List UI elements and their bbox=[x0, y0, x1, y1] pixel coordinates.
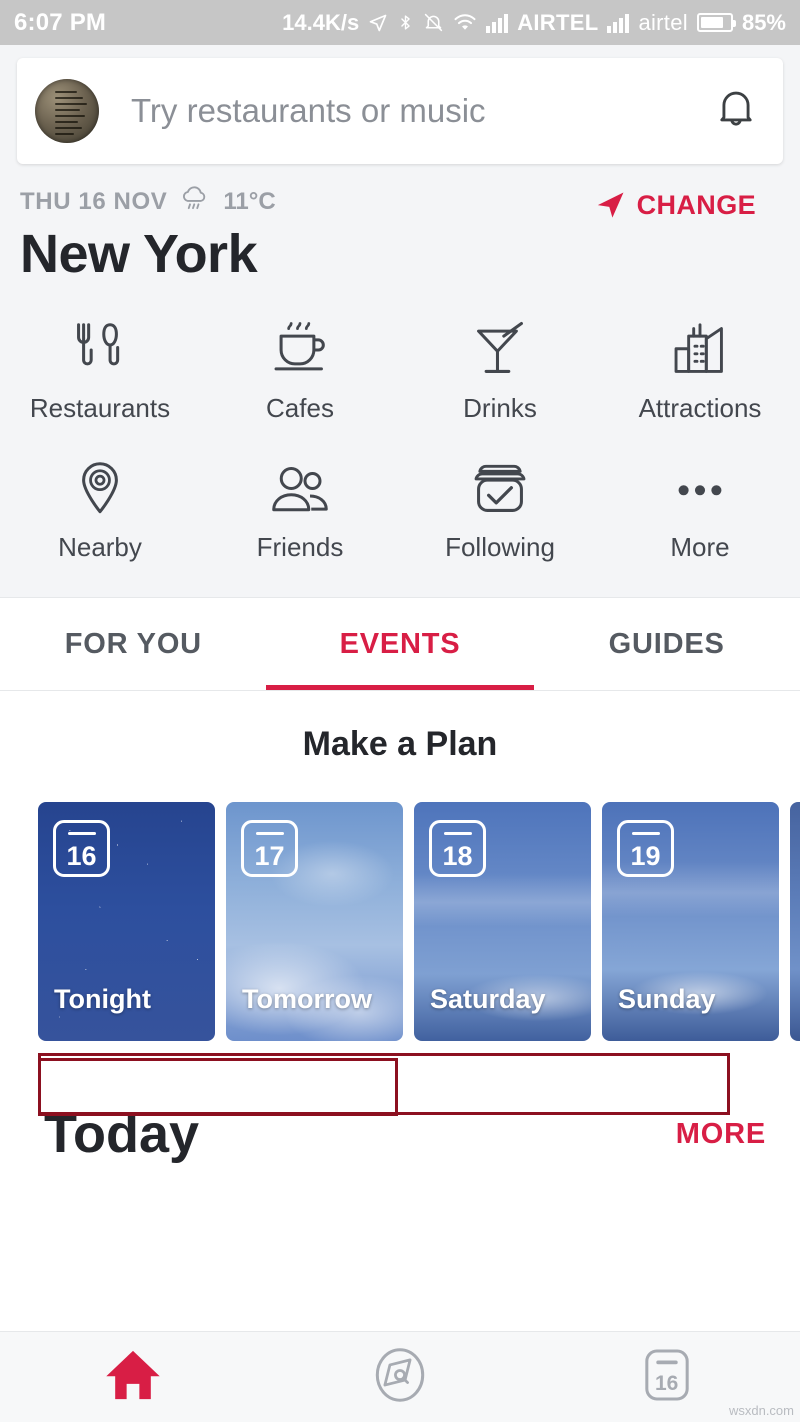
user-avatar[interactable] bbox=[35, 79, 99, 143]
category-restaurants[interactable]: Restaurants bbox=[0, 321, 200, 424]
category-nearby[interactable]: Nearby bbox=[0, 460, 200, 563]
card-date: 16 bbox=[66, 841, 97, 871]
today-title: Today bbox=[44, 1104, 200, 1164]
cocktail-glass-icon bbox=[473, 321, 527, 379]
status-bar: 6:07 PM 14.4K/s AIRTEL airtel 85% bbox=[0, 0, 800, 45]
category-following[interactable]: Following bbox=[400, 460, 600, 563]
home-icon bbox=[102, 1347, 164, 1408]
calendar-day-number: 16 bbox=[654, 1371, 679, 1395]
buildings-icon bbox=[671, 321, 729, 379]
search-input[interactable] bbox=[131, 92, 703, 130]
current-date: THU 16 NOV bbox=[20, 187, 168, 215]
notification-bell-icon[interactable] bbox=[713, 84, 759, 139]
search-bar[interactable] bbox=[17, 58, 783, 164]
plan-card-sunday[interactable]: 19 Sunday bbox=[602, 802, 779, 1041]
calendar-date-icon: 16 bbox=[53, 820, 110, 877]
signal-bars-icon-2 bbox=[607, 13, 630, 33]
wifi-icon bbox=[453, 13, 477, 32]
category-attractions[interactable]: Attractions bbox=[600, 321, 800, 424]
carrier-name-2: airtel bbox=[638, 9, 688, 35]
plan-card-next[interactable] bbox=[790, 802, 800, 1041]
make-a-plan-title: Make a Plan bbox=[302, 725, 498, 763]
calendar-date-icon: 19 bbox=[617, 820, 674, 877]
card-date: 17 bbox=[254, 841, 285, 871]
nav-calendar[interactable]: 16 bbox=[533, 1346, 800, 1409]
category-label: Following bbox=[445, 532, 555, 562]
category-cafes[interactable]: Cafes bbox=[200, 321, 400, 424]
calendar-icon: 16 bbox=[643, 1346, 691, 1409]
ellipsis-icon bbox=[671, 460, 729, 518]
tab-events[interactable]: EVENTS bbox=[267, 598, 534, 690]
location-row: THU 16 NOV 11°C New York CHANGE bbox=[0, 164, 800, 285]
card-check-icon bbox=[472, 460, 528, 518]
plan-card-saturday[interactable]: 18 Saturday bbox=[414, 802, 591, 1041]
people-icon bbox=[270, 460, 330, 518]
location-info: THU 16 NOV 11°C New York bbox=[20, 184, 593, 285]
plan-card-tomorrow[interactable]: 17 Tomorrow bbox=[226, 802, 403, 1041]
card-label: Tonight bbox=[54, 984, 151, 1014]
category-label: Cafes bbox=[266, 393, 334, 423]
tab-for-you[interactable]: FOR YOU bbox=[0, 598, 267, 690]
rain-cloud-icon bbox=[178, 184, 212, 219]
card-label: Sunday bbox=[618, 984, 716, 1014]
category-grid: Restaurants Cafes Drinks Attractions Nea… bbox=[0, 285, 800, 597]
coffee-cup-icon bbox=[271, 321, 329, 379]
calendar-date-icon: 18 bbox=[429, 820, 486, 877]
battery-percent: 85% bbox=[741, 9, 786, 35]
bottom-navigation: 16 bbox=[0, 1331, 800, 1422]
category-label: Friends bbox=[256, 532, 344, 562]
tab-guides[interactable]: GUIDES bbox=[533, 598, 800, 690]
today-section-header: Today MORE bbox=[0, 1041, 800, 1165]
nav-explore[interactable] bbox=[267, 1346, 534, 1409]
category-more[interactable]: More bbox=[600, 460, 800, 563]
card-label: Tomorrow bbox=[242, 984, 372, 1014]
explore-icon bbox=[372, 1346, 428, 1409]
plan-cards-carousel[interactable]: 16 Tonight 17 Tomorrow 18 Saturday 19 Su… bbox=[0, 802, 800, 1041]
category-friends[interactable]: Friends bbox=[200, 460, 400, 563]
content-tabs: FOR YOU EVENTS GUIDES bbox=[0, 597, 800, 691]
status-bar-time: 6:07 PM bbox=[14, 8, 107, 36]
card-date: 18 bbox=[442, 841, 473, 871]
temperature: 11°C bbox=[223, 187, 276, 215]
plan-card-tonight[interactable]: 16 Tonight bbox=[38, 802, 215, 1041]
change-label: CHANGE bbox=[636, 189, 756, 220]
carrier-name-1: AIRTEL bbox=[517, 9, 599, 35]
card-background bbox=[790, 802, 800, 1041]
make-a-plan-section: Make a Plan 16 Tonight 17 Tomorrow 18 Sa… bbox=[0, 691, 800, 1041]
cutlery-icon bbox=[74, 321, 126, 379]
card-date: 19 bbox=[630, 841, 661, 871]
search-bar-container bbox=[0, 45, 800, 164]
location-arrow-icon bbox=[368, 13, 388, 33]
header-area: THU 16 NOV 11°C New York CHANGE bbox=[0, 45, 800, 597]
nav-home[interactable] bbox=[0, 1347, 267, 1408]
card-label: Saturday bbox=[430, 984, 546, 1014]
city-name: New York bbox=[20, 224, 258, 284]
category-label: More bbox=[670, 532, 730, 562]
bell-muted-icon bbox=[423, 12, 444, 33]
calendar-date-icon: 17 bbox=[241, 820, 298, 877]
category-label: Nearby bbox=[58, 532, 142, 562]
status-bar-indicators: 14.4K/s AIRTEL airtel 85% bbox=[282, 10, 786, 36]
signal-bars-icon bbox=[486, 13, 509, 33]
category-drinks[interactable]: Drinks bbox=[400, 321, 600, 424]
category-label: Attractions bbox=[638, 393, 762, 423]
navigation-arrow-icon bbox=[593, 188, 627, 222]
battery-icon bbox=[696, 13, 736, 32]
change-location-button[interactable]: CHANGE bbox=[593, 188, 780, 222]
category-label: Restaurants bbox=[29, 393, 171, 423]
network-speed: 14.4K/s bbox=[282, 9, 360, 35]
date-weather-line: THU 16 NOV 11°C bbox=[20, 184, 593, 219]
category-label: Drinks bbox=[463, 393, 537, 423]
today-more-button[interactable]: MORE bbox=[676, 1118, 766, 1151]
map-pin-target-icon bbox=[75, 460, 125, 518]
watermark: wsxdn.com bbox=[728, 1403, 794, 1418]
bluetooth-icon bbox=[397, 12, 414, 33]
